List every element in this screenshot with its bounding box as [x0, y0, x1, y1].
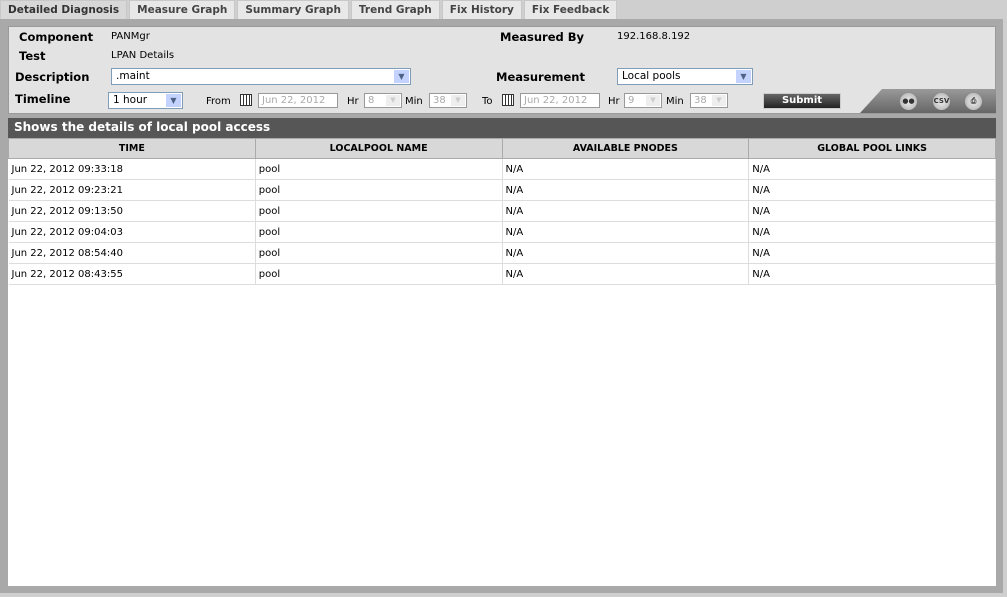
from-hr-label: Hr — [347, 96, 359, 107]
test-value: LPAN Details — [111, 50, 175, 61]
table-cell: Jun 22, 2012 08:43:55 — [8, 263, 256, 285]
csv-icon[interactable]: CSV — [933, 93, 950, 110]
table-cell: N/A — [748, 263, 996, 285]
component-value: PANMgr — [111, 31, 150, 42]
results-table: TIME LOCALPOOL NAME AVAILABLE PNODES GLOBAL… — [8, 138, 996, 285]
from-min-select[interactable]: 38 ▼ — [429, 93, 467, 108]
measurement-value: Local pools — [622, 70, 681, 82]
table-cell: Jun 22, 2012 09:33:18 — [8, 158, 256, 180]
table-row: Jun 22, 2012 08:54:40 pool N/A N/A — [8, 242, 996, 264]
submit-button[interactable]: Submit — [763, 93, 841, 109]
chevron-down-icon: ▼ — [166, 94, 181, 107]
column-header: GLOBAL POOL LINKS — [748, 138, 996, 159]
column-header: LOCALPOOL NAME — [254, 138, 503, 159]
table-cell: N/A — [502, 158, 750, 180]
table-cell: N/A — [748, 179, 996, 201]
timeline-select[interactable]: 1 hour ▼ — [108, 92, 183, 109]
tab-fix-feedback[interactable]: Fix Feedback — [523, 0, 618, 19]
section-title: Shows the details of local pool access — [8, 118, 996, 138]
tab-summary-graph[interactable]: Summary Graph — [237, 0, 349, 19]
table-cell: pool — [255, 200, 503, 222]
table-cell: N/A — [502, 200, 750, 222]
table-cell: Jun 22, 2012 09:23:21 — [8, 179, 256, 201]
results-table-container: TIME LOCALPOOL NAME AVAILABLE PNODES GLOBAL… — [8, 138, 996, 586]
description-select[interactable]: .maint ▼ — [111, 68, 411, 85]
table-cell: N/A — [502, 242, 750, 264]
toolbar: ●● CSV ⎙ — [860, 89, 996, 113]
measured-by-value: 192.168.8.192 — [617, 31, 691, 42]
to-min-label: Min — [666, 96, 684, 107]
calendar-icon[interactable] — [240, 94, 252, 106]
to-hr-label: Hr — [608, 96, 620, 107]
table-cell: pool — [255, 158, 503, 180]
table-row: Jun 22, 2012 09:23:21 pool N/A N/A — [8, 179, 996, 201]
binoculars-icon[interactable]: ●● — [900, 93, 917, 110]
tab-detailed-diagnosis[interactable]: Detailed Diagnosis — [0, 0, 128, 19]
table-row: Jun 22, 2012 09:13:50 pool N/A N/A — [8, 200, 996, 222]
table-cell: N/A — [748, 221, 996, 243]
measurement-select[interactable]: Local pools ▼ — [617, 68, 753, 85]
table-cell: N/A — [502, 221, 750, 243]
chevron-down-icon: ▼ — [646, 95, 660, 106]
table-cell: N/A — [748, 242, 996, 264]
chevron-down-icon: ▼ — [451, 95, 465, 106]
chevron-down-icon: ▼ — [394, 70, 409, 83]
from-min-value: 38 — [433, 95, 446, 106]
to-min-select[interactable]: 38 ▼ — [690, 93, 728, 108]
chevron-down-icon: ▼ — [386, 95, 400, 106]
table-row: Jun 22, 2012 09:04:03 pool N/A N/A — [8, 221, 996, 243]
to-label: To — [482, 96, 493, 107]
table-row: Jun 22, 2012 08:43:55 pool N/A N/A — [8, 263, 996, 285]
to-hr-select[interactable]: 9 ▼ — [624, 93, 662, 108]
tab-measure-graph[interactable]: Measure Graph — [129, 0, 236, 19]
from-min-label: Min — [405, 96, 423, 107]
table-cell: Jun 22, 2012 08:54:40 — [8, 242, 256, 264]
timeline-value: 1 hour — [113, 94, 148, 106]
from-hr-value: 8 — [368, 95, 375, 106]
column-header: TIME — [8, 138, 256, 159]
from-hr-select[interactable]: 8 ▼ — [364, 93, 402, 108]
chevron-down-icon: ▼ — [712, 95, 726, 106]
column-header: AVAILABLE PNODES — [501, 138, 750, 159]
description-value: .maint — [116, 70, 150, 82]
to-date-input[interactable]: Jun 22, 2012 — [520, 93, 600, 108]
table-cell: pool — [255, 263, 503, 285]
measured-by-label: Measured By — [500, 30, 585, 44]
tab-fix-history[interactable]: Fix History — [441, 0, 522, 19]
table-cell: N/A — [502, 179, 750, 201]
printer-icon[interactable]: ⎙ — [965, 93, 982, 110]
table-cell: Jun 22, 2012 09:13:50 — [8, 200, 256, 222]
table-cell: pool — [255, 221, 503, 243]
calendar-icon[interactable] — [502, 94, 514, 106]
tab-bar: Detailed Diagnosis Measure Graph Summary… — [0, 0, 619, 19]
table-cell: N/A — [502, 263, 750, 285]
to-hr-value: 9 — [628, 95, 635, 106]
measurement-label: Measurement — [496, 70, 585, 84]
timeline-label: Timeline — [15, 92, 71, 106]
table-cell: N/A — [748, 158, 996, 180]
tab-trend-graph[interactable]: Trend Graph — [350, 0, 440, 19]
table-row: Jun 22, 2012 09:33:18 pool N/A N/A — [8, 158, 996, 180]
from-label: From — [206, 96, 231, 107]
table-cell: pool — [255, 179, 503, 201]
test-label: Test — [19, 49, 46, 63]
table-cell: Jun 22, 2012 09:04:03 — [8, 221, 256, 243]
to-min-value: 38 — [694, 95, 707, 106]
description-label: Description — [15, 70, 90, 84]
from-date-input[interactable]: Jun 22, 2012 — [258, 93, 338, 108]
chevron-down-icon: ▼ — [736, 70, 751, 83]
table-cell: pool — [255, 242, 503, 264]
component-label: Component — [19, 30, 94, 44]
table-cell: N/A — [748, 200, 996, 222]
